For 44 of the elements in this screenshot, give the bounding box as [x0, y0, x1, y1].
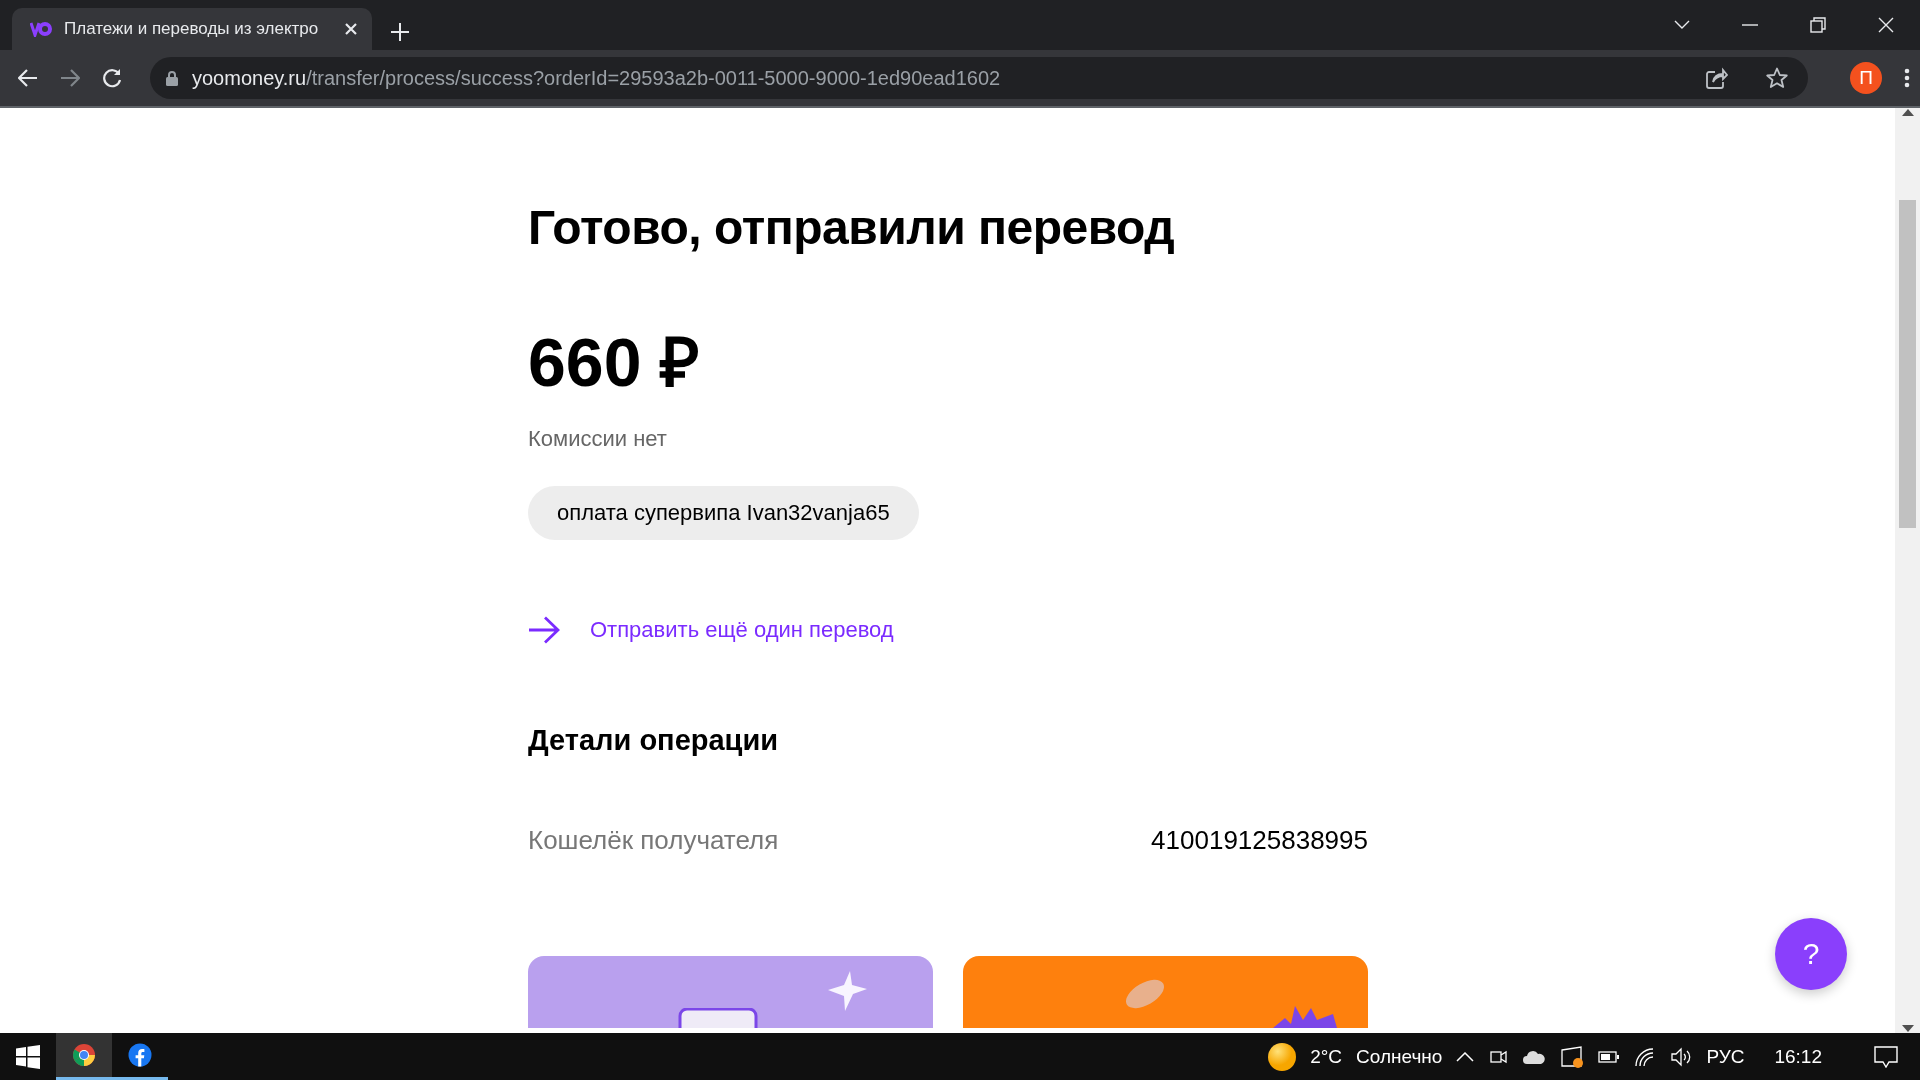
notification-icon[interactable] [1874, 1045, 1898, 1068]
close-icon[interactable] [344, 22, 358, 36]
battery-icon[interactable] [1598, 1050, 1621, 1063]
close-window-icon[interactable] [1878, 17, 1894, 33]
windows-start-icon[interactable] [16, 1044, 40, 1069]
fee-text: Комиссии нет [528, 426, 667, 452]
comment-chip: оплата супервипа Ivan32vanja65 [528, 486, 919, 540]
clock-time[interactable]: 16:12 [1774, 1045, 1822, 1068]
scrollbar[interactable] [1895, 108, 1920, 1033]
address-bar[interactable]: yoomoney.ru/transfer/process/success?orderId=29593a2b-0011-5000-9000-1ed90ead1602 [150, 57, 1808, 99]
star-icon[interactable] [1766, 67, 1788, 89]
sparkle-icon [826, 970, 868, 1012]
taskbar-app[interactable] [56, 1033, 112, 1080]
reload-icon[interactable] [102, 68, 122, 88]
page-title: Готово, отправили перевод [528, 200, 1175, 255]
new-tab-icon[interactable] [390, 22, 410, 42]
browser-tab[interactable]: Платежи и переводы из электро [12, 8, 372, 50]
share-icon[interactable] [1706, 67, 1728, 89]
cloud-icon[interactable] [1522, 1048, 1547, 1065]
volume-icon[interactable] [1670, 1046, 1693, 1067]
restore-icon[interactable] [1810, 17, 1826, 33]
wallet-logo-icon [30, 21, 52, 37]
sun-icon[interactable] [1268, 1042, 1297, 1071]
more-menu-icon[interactable] [1904, 68, 1910, 88]
forward-icon[interactable] [60, 69, 80, 87]
burst-drawing [1273, 1004, 1337, 1028]
weather-condition[interactable]: Солнечно [1356, 1045, 1443, 1068]
url-text: yoomoney.ru/transfer/process/success?orderId=29593a2b-0011-5000-9000-1ed90ead1602 [192, 66, 1002, 90]
chrome-icon[interactable] [72, 1043, 96, 1067]
arrow-right-icon[interactable] [528, 616, 560, 644]
language-indicator[interactable]: РУС [1706, 1045, 1745, 1068]
section-heading: Детали операции [528, 724, 779, 757]
chevron-up-icon[interactable] [1456, 1051, 1475, 1062]
amount-text: 660 ₽ [528, 323, 701, 402]
lock-icon [166, 70, 178, 86]
weather-temp[interactable]: 2°C [1310, 1045, 1343, 1068]
detail-value: 410019125838995 [1151, 825, 1368, 856]
send-another-link[interactable]: Отправить ещё один перевод [590, 617, 894, 643]
help-button[interactable]: ? [1775, 918, 1847, 990]
detail-label: Кошелёк получателя [528, 825, 779, 856]
facebook-icon[interactable] [128, 1043, 152, 1067]
back-icon[interactable] [18, 69, 38, 87]
promo-card[interactable] [963, 956, 1368, 1028]
scroll-thumb[interactable] [1899, 200, 1916, 528]
